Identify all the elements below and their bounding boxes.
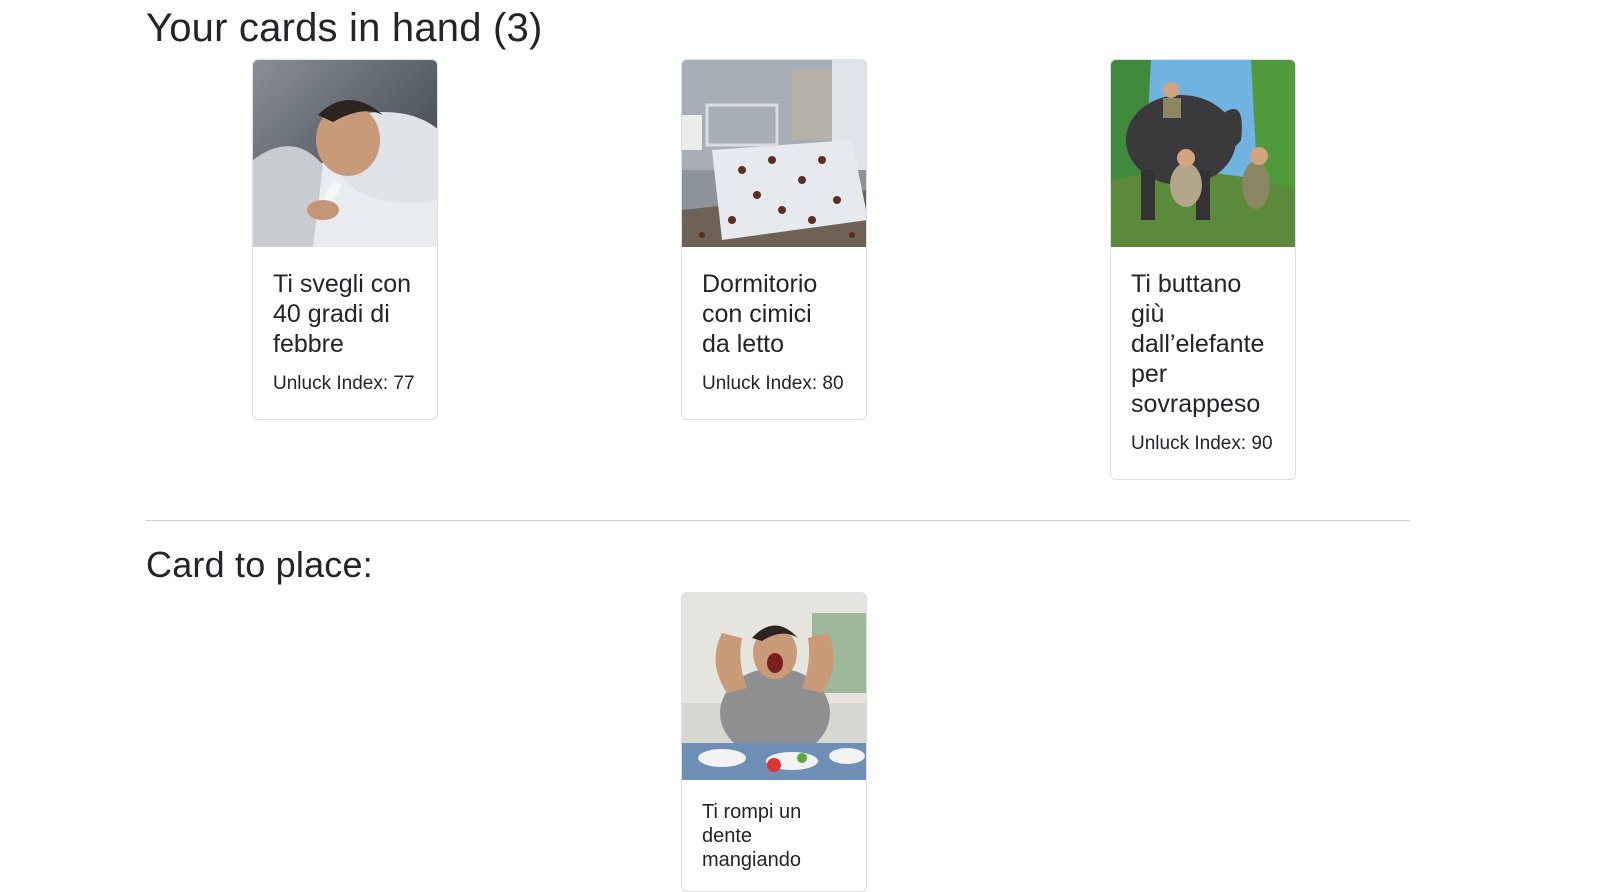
card-title: Dormitorio con cimici da letto	[702, 270, 818, 358]
card-title: Ti rompi un dente mangiando	[702, 801, 802, 871]
unluck-index: Unluck Index: 80	[702, 373, 844, 394]
card-title: Ti buttano giù dall’elefante per sovrapp…	[1131, 270, 1265, 418]
hand-card[interactable]: Ti svegli con 40 gradi di febbre Unluck …	[252, 59, 438, 420]
card-title: Ti svegli con 40 gradi di febbre	[273, 270, 412, 358]
elephant-jungle-image	[1111, 60, 1295, 247]
section-divider	[146, 520, 1410, 521]
bedbugs-bed-image	[682, 60, 866, 247]
unluck-index: Unluck Index: 90	[1131, 433, 1273, 454]
place-heading: Card to place:	[146, 544, 373, 585]
broken-tooth-image	[682, 593, 866, 780]
hand-card[interactable]: Dormitorio con cimici da letto Unluck In…	[681, 59, 867, 420]
card-to-place[interactable]: Ti rompi un dente mangiando	[681, 592, 867, 892]
sick-in-bed-image	[253, 60, 437, 247]
hand-heading: Your cards in hand (3)	[146, 6, 543, 50]
hand-card[interactable]: Ti buttano giù dall’elefante per sovrapp…	[1110, 59, 1296, 480]
unluck-index: Unluck Index: 77	[273, 373, 415, 394]
